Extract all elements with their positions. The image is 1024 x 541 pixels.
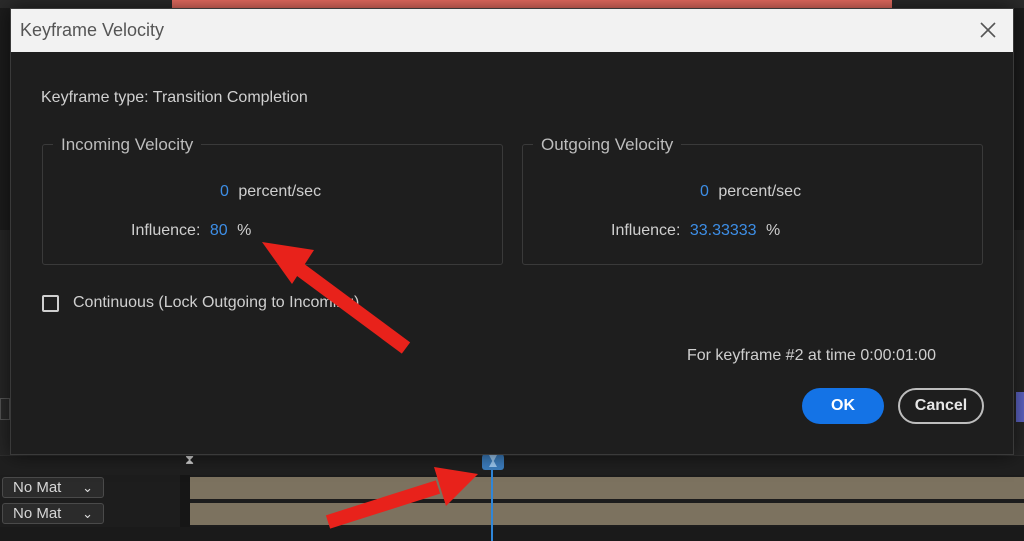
layer-duration-bar[interactable] <box>190 503 1024 525</box>
outgoing-velocity-group: Outgoing Velocity 0 percent/sec Influenc… <box>522 135 983 265</box>
track-matte-label: No Mat <box>13 505 62 522</box>
outgoing-influence-unit: % <box>766 222 781 239</box>
chevron-down-icon: ⌄ <box>82 506 93 521</box>
cancel-button[interactable]: Cancel <box>898 388 984 424</box>
incoming-influence-value[interactable]: 80 <box>210 222 228 239</box>
close-icon <box>980 22 996 38</box>
incoming-influence-row: Influence: 80 % <box>131 222 251 240</box>
track-matte-label: No Mat <box>13 479 62 496</box>
incoming-influence-label: Influence: <box>131 222 201 239</box>
dialog-title: Keyframe Velocity <box>20 20 165 40</box>
continuous-label[interactable]: Continuous (Lock Outgoing to Incoming) <box>73 294 359 312</box>
background-bottom-bar <box>0 527 1024 541</box>
timeline-ruler[interactable] <box>0 455 1024 475</box>
outgoing-velocity-row: 0 percent/sec <box>700 183 801 201</box>
timeline-divider <box>180 501 190 527</box>
keyframe-info: For keyframe #2 at time 0:00:01:00 <box>686 347 936 364</box>
outgoing-velocity-unit: percent/sec <box>718 183 802 200</box>
outgoing-velocity-value[interactable]: 0 <box>700 183 709 200</box>
incoming-velocity-row: 0 percent/sec <box>220 183 321 201</box>
incoming-velocity-group: Incoming Velocity 0 percent/sec Influenc… <box>42 135 503 265</box>
layer-duration-bar[interactable] <box>190 477 1024 499</box>
timeline-divider <box>180 475 190 501</box>
ok-button[interactable]: OK <box>802 388 884 424</box>
incoming-velocity-value[interactable]: 0 <box>220 183 229 200</box>
timeline-row: No Mat ⌄ <box>0 475 1024 501</box>
background-accent-bar <box>172 0 892 8</box>
continuous-checkbox[interactable] <box>42 294 59 312</box>
outgoing-influence-label: Influence: <box>611 222 681 239</box>
dialog-title-bar: Keyframe Velocity <box>11 9 1013 52</box>
continuous-option[interactable]: Continuous (Lock Outgoing to Incoming) <box>42 294 359 312</box>
track-matte-dropdown[interactable]: No Mat ⌄ <box>2 503 104 524</box>
incoming-influence-unit: % <box>237 222 252 239</box>
outgoing-influence-row: Influence: 33.33333 % <box>611 222 780 240</box>
background-right-panel <box>1014 230 1024 460</box>
incoming-velocity-unit: percent/sec <box>238 183 322 200</box>
track-matte-dropdown[interactable]: No Mat ⌄ <box>2 477 104 498</box>
outgoing-influence-value[interactable]: 33.33333 <box>690 222 757 239</box>
background-layer-color-swatch <box>1016 392 1024 422</box>
keyframe-type-label: Keyframe type: Transition Completion <box>41 89 308 106</box>
background-left-control <box>0 398 10 420</box>
app-window: ⧗ No Mat ⌄ No Mat ⌄ Keyframe Velocity Ke… <box>0 0 1024 541</box>
outgoing-velocity-legend: Outgoing Velocity <box>533 135 682 155</box>
incoming-velocity-legend: Incoming Velocity <box>53 135 202 155</box>
close-button[interactable] <box>975 17 1001 43</box>
keyframe-velocity-dialog: Keyframe Velocity Keyframe type: Transit… <box>10 8 1014 455</box>
timeline-row: No Mat ⌄ <box>0 501 1024 527</box>
chevron-down-icon: ⌄ <box>82 480 93 495</box>
